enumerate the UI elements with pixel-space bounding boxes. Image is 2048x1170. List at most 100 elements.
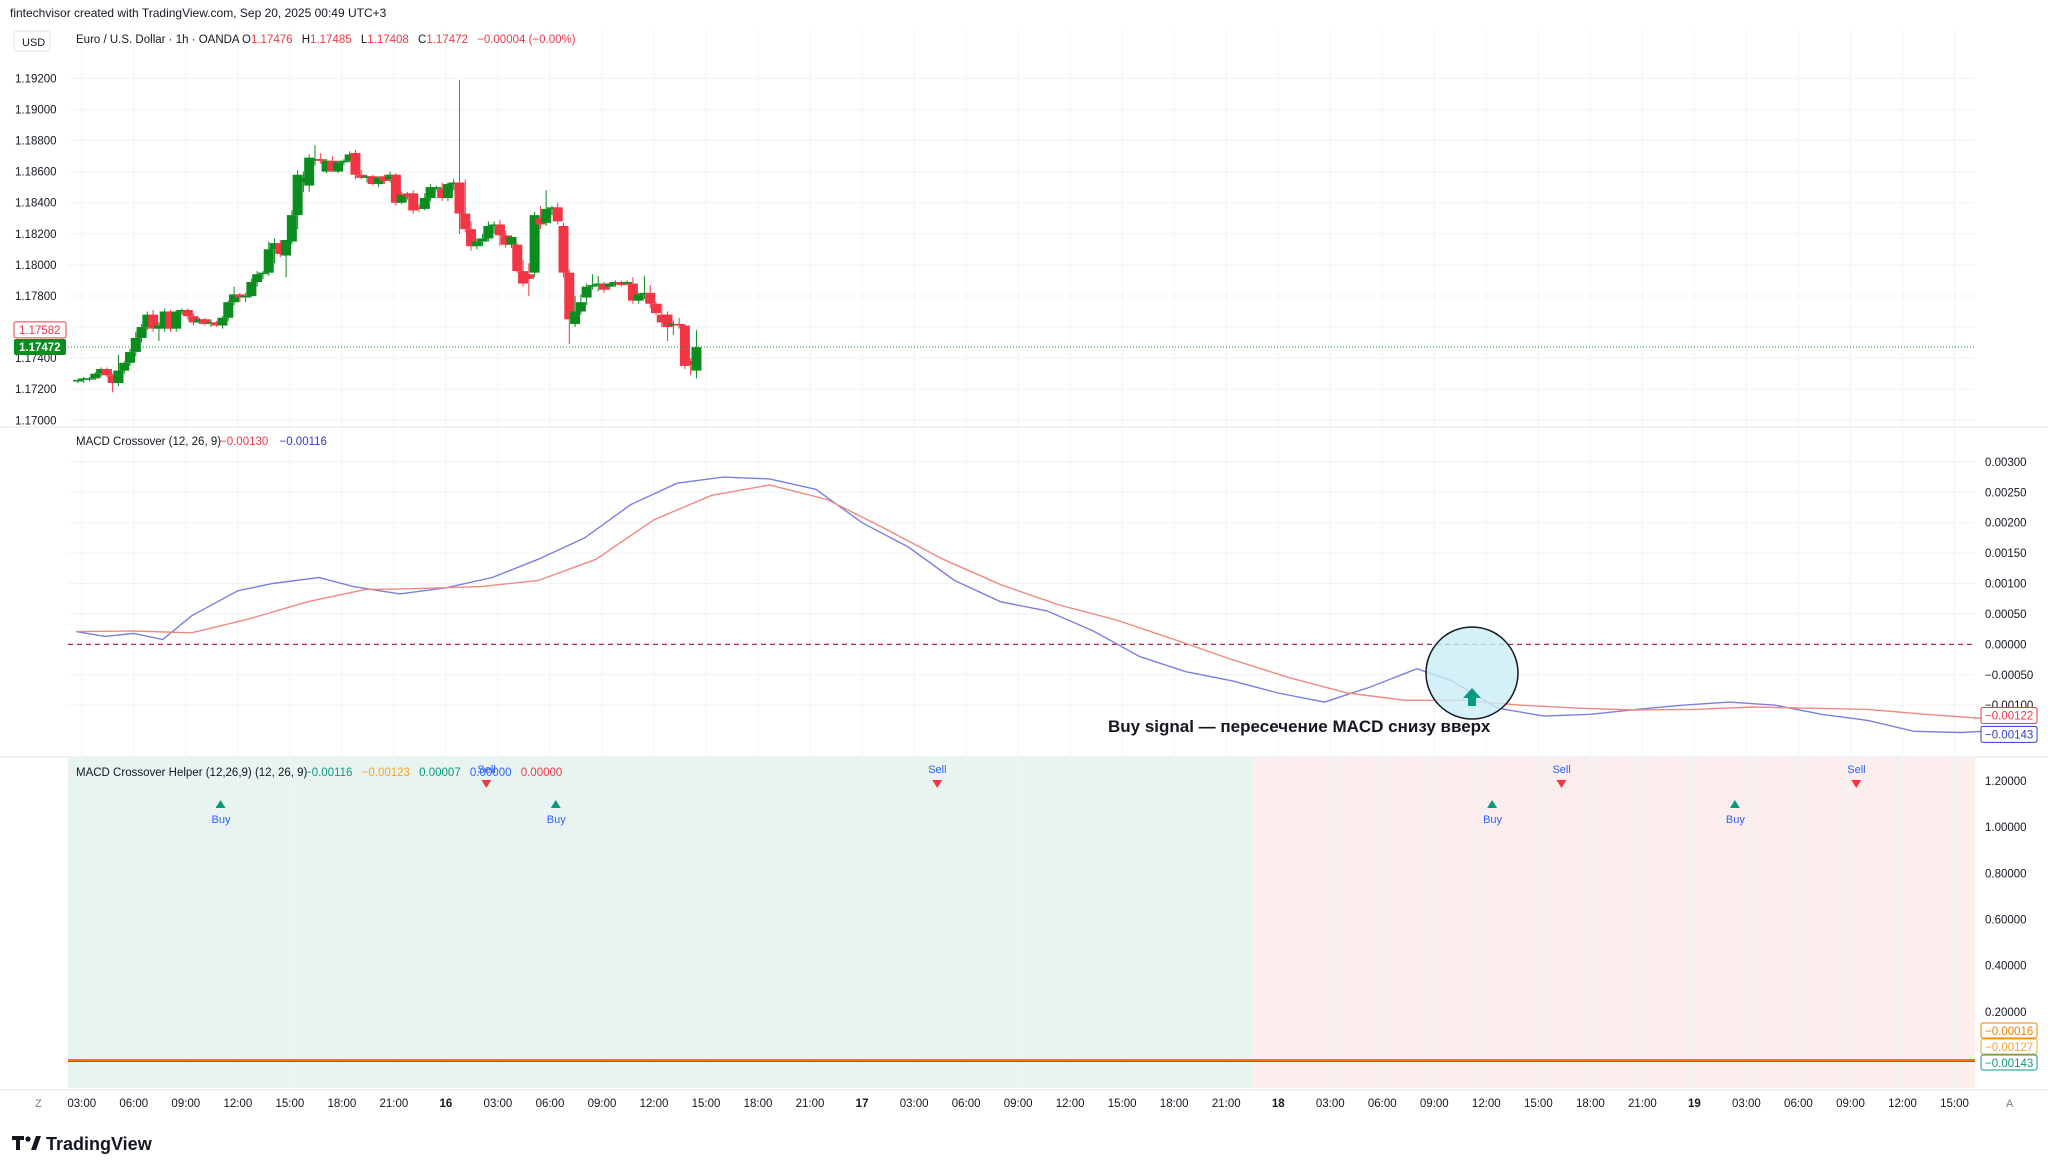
buy-signal-annotation: Buy signal — пересечение MACD снизу ввер…	[1108, 626, 1519, 736]
candle-body	[101, 369, 112, 376]
time-tick-label: 12:00	[640, 1098, 669, 1110]
candle-body	[338, 160, 349, 163]
helper-tick-label: 0.80000	[1985, 868, 2027, 880]
macd-tick-label: 0.00050	[1985, 609, 2027, 621]
candle-body	[558, 226, 569, 273]
helper-tick-label: 1.20000	[1985, 776, 2027, 788]
time-tick-label: 03:00	[67, 1098, 96, 1110]
candle-body	[304, 157, 315, 186]
candle-body	[73, 379, 83, 382]
sell-marker-label: Sell	[1847, 764, 1865, 776]
time-tick-label: 18:00	[744, 1098, 773, 1110]
time-tick-label: 17	[856, 1098, 869, 1110]
candle-body	[477, 238, 488, 242]
candle-body	[84, 378, 95, 380]
candle-body	[263, 249, 274, 273]
candle-body	[90, 373, 101, 379]
candle	[171, 309, 182, 332]
time-tick-label: 03:00	[900, 1098, 929, 1110]
candle	[564, 269, 575, 345]
credit-line: fintechvisor created with TradingView.co…	[10, 6, 387, 20]
time-tick-label: 21:00	[1212, 1098, 1241, 1110]
candle-body	[541, 208, 552, 223]
helper-title: MACD Crossover Helper (12,26,9) (12, 26,…	[76, 767, 308, 779]
symbol-title: Euro / U.S. Dollar · 1h · OANDA	[76, 34, 240, 46]
candle	[333, 160, 344, 174]
price-tick-label: 1.18600	[15, 167, 57, 179]
candle-body	[240, 295, 251, 298]
time-tick-label: 09:00	[1420, 1098, 1449, 1110]
candle-body	[223, 302, 234, 318]
time-tick-label: 18	[1272, 1098, 1285, 1110]
candle-body	[425, 187, 436, 199]
sell-marker-label: Sell	[1552, 764, 1570, 776]
candle	[113, 355, 124, 387]
macd-values: −0.00130 −0.00116	[220, 436, 327, 448]
price-tick-label: 1.19000	[15, 104, 57, 116]
tv-logo-slash	[31, 1136, 41, 1150]
macd-tick-label: 0.00150	[1985, 548, 2027, 560]
candle-body	[315, 159, 326, 161]
tv-logo-dot	[25, 1136, 31, 1142]
time-tick-label: 06:00	[952, 1098, 981, 1110]
time-tick-label: 15:00	[275, 1098, 304, 1110]
countdown-label: 1.17582	[19, 325, 61, 337]
currency-button[interactable]: USD	[13, 30, 51, 52]
candle-body	[575, 302, 586, 312]
candle-body	[587, 285, 598, 287]
time-tick-label: 06:00	[1368, 1098, 1397, 1110]
buy-marker-label: Buy	[1726, 814, 1745, 826]
time-tick-label: 06:00	[1784, 1098, 1813, 1110]
time-tick-label: 09:00	[588, 1098, 617, 1110]
buy-marker-label: Buy	[1483, 814, 1502, 826]
last-price-label: 1.17472	[19, 342, 61, 354]
candle	[512, 243, 523, 273]
candle-body	[113, 370, 124, 384]
candle-body	[442, 184, 453, 199]
helper-values: −0.00116 −0.00123 0.00007 0.00000 0.0000…	[305, 767, 562, 779]
scale-z-button[interactable]: Z	[35, 1098, 42, 1110]
candle	[78, 376, 89, 384]
candle	[633, 292, 644, 304]
macd-line	[75, 476, 1984, 734]
candle	[552, 202, 563, 225]
time-tick-label: 12:00	[223, 1098, 252, 1110]
candle-body	[460, 213, 471, 230]
time-tick-label: 15:00	[692, 1098, 721, 1110]
candle-body	[471, 241, 482, 247]
time-tick-label: 15:00	[1108, 1098, 1137, 1110]
candle-body	[419, 198, 430, 209]
brand-name: TradingView	[46, 1134, 153, 1154]
candle	[286, 210, 297, 245]
price-tick-label: 1.18200	[15, 229, 57, 241]
time-tick-label: 21:00	[796, 1098, 825, 1110]
sell-marker-label: Sell	[928, 764, 946, 776]
time-tick-label: 03:00	[1316, 1098, 1345, 1110]
time-tick-label: 06:00	[536, 1098, 565, 1110]
helper-tick-label: 0.20000	[1985, 1007, 2027, 1019]
candle-body	[679, 325, 690, 366]
helper-tick-label: 0.60000	[1985, 915, 2027, 927]
price-tick-label: 1.17200	[15, 384, 57, 396]
candle-body	[252, 274, 263, 282]
candle-body	[119, 362, 130, 371]
tradingview-logo[interactable]: TradingView	[12, 1134, 153, 1154]
auto-scale-button[interactable]: A	[2006, 1098, 2014, 1110]
time-tick-label: 12:00	[1888, 1098, 1917, 1110]
candle-body	[506, 236, 517, 245]
helper-last-label: −0.00143	[1985, 1058, 2033, 1070]
tv-logo-mark	[12, 1136, 24, 1150]
time-tick-label: 19	[1688, 1098, 1701, 1110]
macd-tick-label: 0.00250	[1985, 487, 2027, 499]
time-tick-label: 09:00	[1836, 1098, 1865, 1110]
buy-marker-label: Buy	[547, 814, 566, 826]
candle	[558, 222, 569, 278]
chart-canvas[interactable]: BuySellBuySellBuySellBuySell 1.192001.19…	[0, 0, 2048, 1170]
signal-line	[75, 484, 1984, 720]
candle-body	[645, 292, 656, 304]
time-tick-label: 09:00	[1004, 1098, 1033, 1110]
candle	[408, 190, 419, 214]
price-tick-label: 1.19200	[15, 73, 57, 85]
candle-body	[604, 283, 615, 287]
candle-body	[333, 162, 344, 172]
